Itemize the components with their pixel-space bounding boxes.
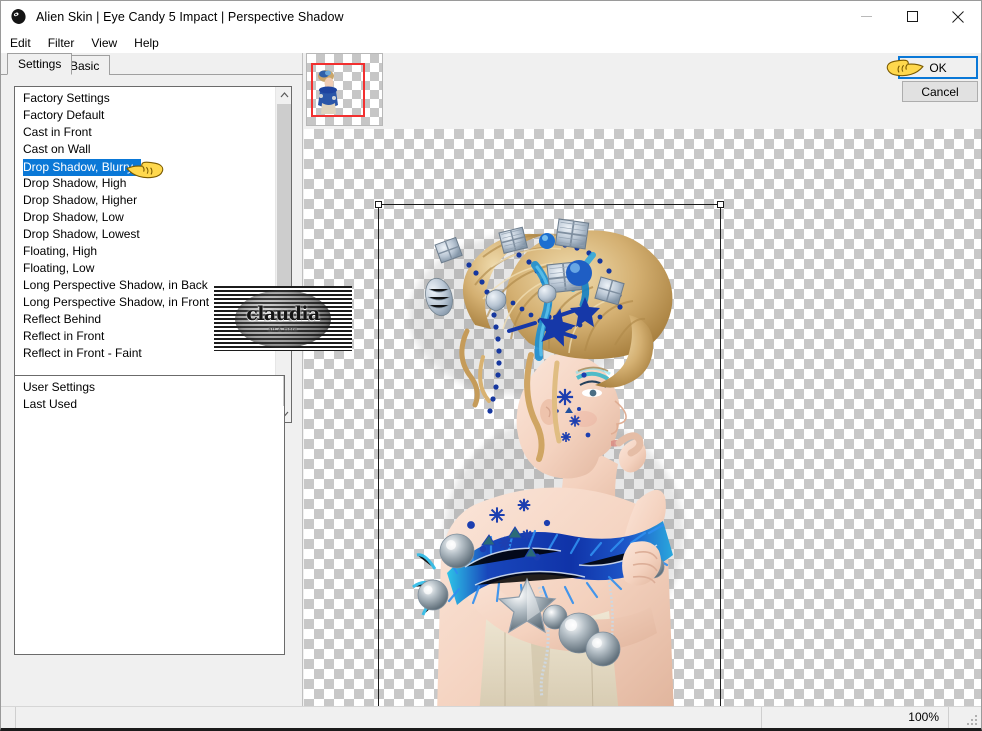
watermark-subtext: art & more <box>268 326 298 333</box>
list-item[interactable]: Drop Shadow, Higher <box>15 192 275 209</box>
list-item[interactable]: Last Used <box>15 396 282 413</box>
list-item[interactable]: Drop Shadow, Lowest <box>15 226 275 243</box>
navigator-viewport-rect[interactable] <box>311 63 365 117</box>
status-separator <box>15 707 16 728</box>
menu-bar: Edit Filter View Help <box>1 32 981 53</box>
watermark-overlay: claudia art & more <box>214 286 352 351</box>
list-item-selected[interactable]: Drop Shadow, Blurry <box>23 159 142 176</box>
list-item[interactable]: Cast on Wall <box>15 141 275 158</box>
list-item[interactable]: Cast in Front <box>15 124 275 141</box>
list-item: Factory Settings <box>23 91 110 105</box>
menu-item-filter[interactable]: Filter <box>48 34 84 52</box>
factory-settings-list[interactable]: Factory Settings Factory Default Cast in… <box>14 86 292 423</box>
plugin-window: Alien Skin | Eye Candy 5 Impact | Perspe… <box>0 0 982 731</box>
status-separator <box>761 707 762 728</box>
navigator-thumbnail-figure <box>315 67 341 115</box>
ok-button[interactable]: OK <box>898 56 978 79</box>
user-settings-list[interactable]: User Settings Last Used <box>14 375 285 655</box>
maximize-icon[interactable] <box>889 1 935 32</box>
menu-item-help[interactable]: Help <box>134 34 168 52</box>
user-list-scrollbar <box>283 376 284 406</box>
status-separator <box>948 707 949 728</box>
preview-canvas[interactable] <box>304 129 981 706</box>
zoom-level: 100% <box>908 710 939 724</box>
list-item[interactable]: Floating, Low <box>15 260 275 277</box>
alien-skin-logo-icon <box>10 8 27 25</box>
resize-grip-icon[interactable] <box>965 713 979 727</box>
list-item[interactable]: Floating, High <box>15 243 275 260</box>
factory-list-scrollbar[interactable] <box>275 87 291 422</box>
selection-frame[interactable] <box>375 201 724 706</box>
menu-item-view[interactable]: View <box>91 34 126 52</box>
tab-settings[interactable]: Settings <box>7 53 73 75</box>
window-title: Alien Skin | Eye Candy 5 Impact | Perspe… <box>36 9 344 24</box>
window-controls <box>843 1 981 32</box>
watermark-globe-icon: claudia art & more <box>235 289 331 348</box>
menu-item-edit[interactable]: Edit <box>10 34 40 52</box>
watermark-text: claudia <box>246 302 320 325</box>
status-bar: 100% <box>1 706 981 728</box>
list-item[interactable]: Drop Shadow, High <box>15 175 275 192</box>
preview-subject-image <box>379 205 722 706</box>
close-icon[interactable] <box>935 1 981 32</box>
list-item[interactable]: Drop Shadow, Low <box>15 209 275 226</box>
title-bar: Alien Skin | Eye Candy 5 Impact | Perspe… <box>1 1 981 32</box>
tab-strip: Settings Basic <box>1 53 303 75</box>
settings-panel: Settings Basic Factory Settings Factory … <box>1 53 303 728</box>
navigator-thumbnail[interactable] <box>306 53 383 126</box>
scrollbar-thumb[interactable] <box>277 104 291 309</box>
list-item: User Settings <box>23 380 96 394</box>
cancel-button[interactable]: Cancel <box>902 81 978 102</box>
minimize-icon[interactable] <box>843 1 889 32</box>
list-item[interactable]: Factory Default <box>15 107 275 124</box>
scroll-up-icon[interactable] <box>276 87 291 103</box>
